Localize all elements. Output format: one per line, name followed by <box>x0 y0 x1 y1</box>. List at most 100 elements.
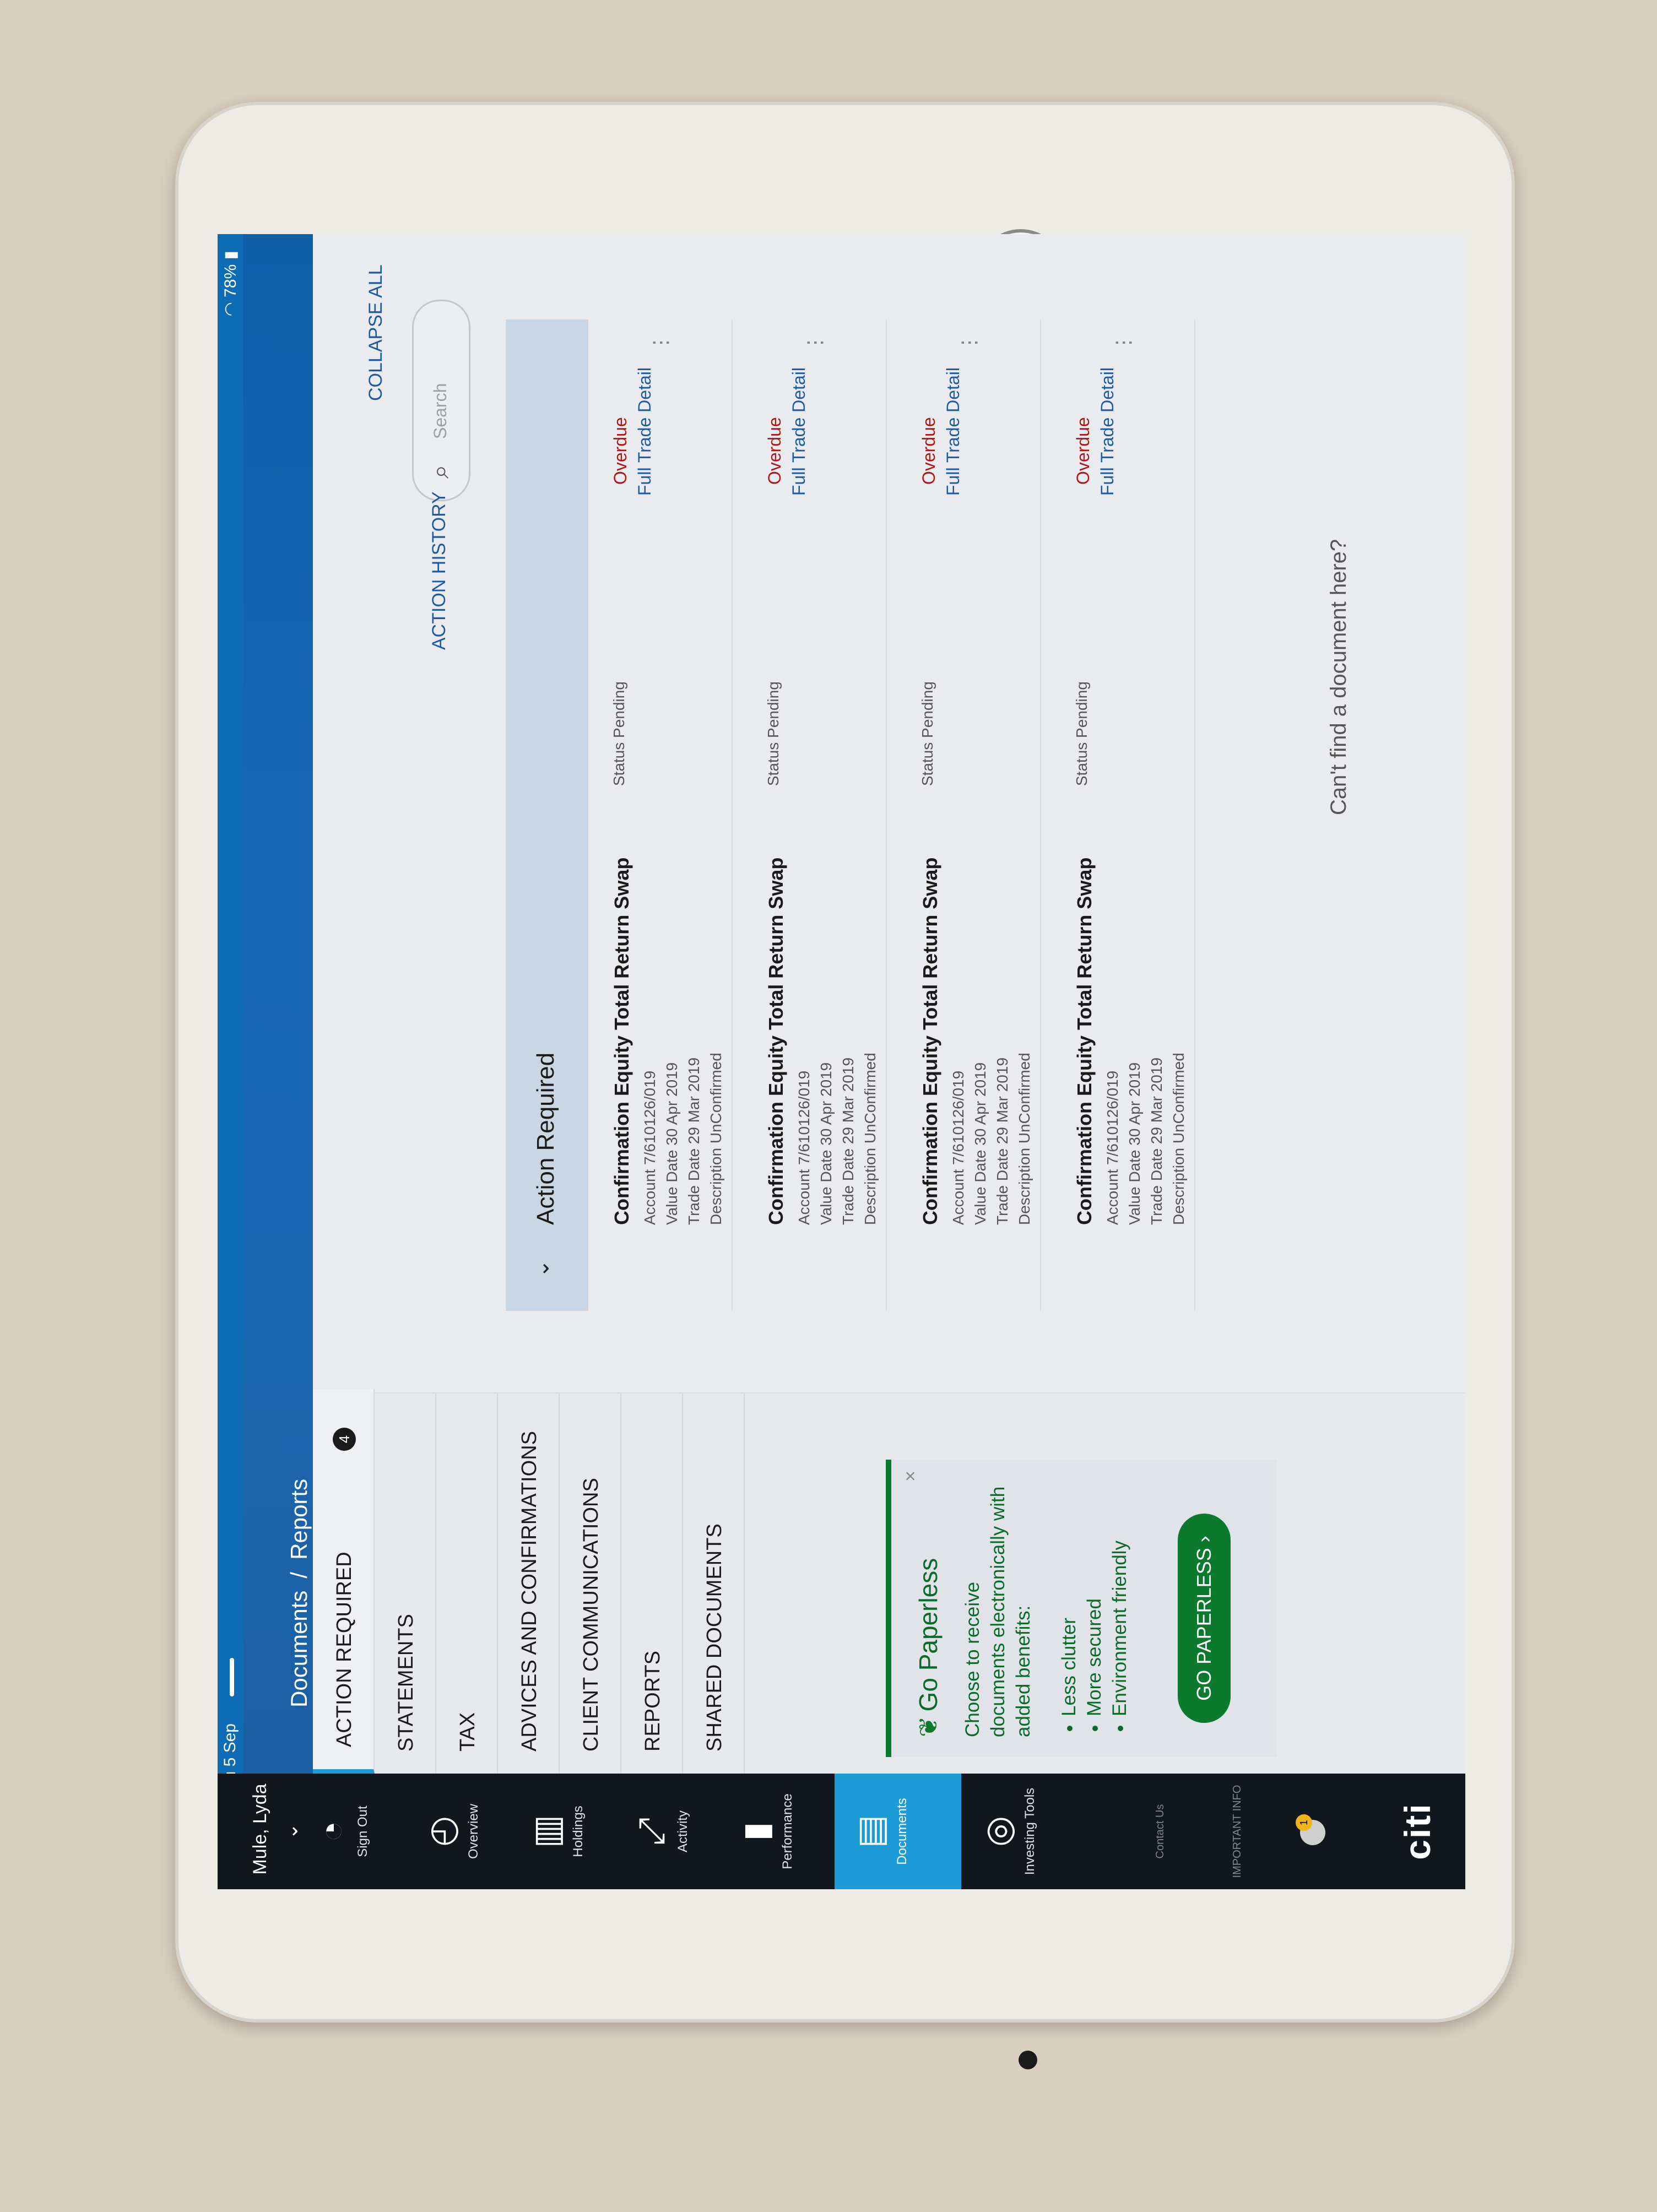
row-status: Status Pending <box>1073 681 1090 786</box>
app-header: Documents / Reports <box>243 234 313 1889</box>
category-action-required[interactable]: ACTION REQUIRED 4 <box>313 1389 375 1774</box>
nav-label: Sign Out <box>355 1806 370 1857</box>
breadcrumb-documents[interactable]: Documents <box>286 1591 312 1707</box>
close-icon[interactable]: × <box>900 1471 922 1482</box>
action-required-header[interactable]: ⌄ Action Required <box>506 319 588 1311</box>
row-title: Confirmation Equity Total Return Swap <box>919 857 941 1225</box>
category-shared-documents[interactable]: SHARED DOCUMENTS <box>683 1394 745 1774</box>
nav-activity[interactable]: ⤢ Activity <box>631 1774 691 1889</box>
category-label: REPORTS <box>641 1650 664 1752</box>
category-label: CLIENT COMMUNICATIONS <box>580 1478 603 1752</box>
overdue-label: Overdue <box>919 417 939 485</box>
overdue-label: Overdue <box>610 417 630 485</box>
important-info-link[interactable]: IMPORTANT INFO <box>1231 1774 1244 1889</box>
category-reports[interactable]: REPORTS <box>621 1394 683 1774</box>
row-value-date: Value Date 30 Apr 2019 <box>1126 1062 1143 1225</box>
category-label: ADVICES AND CONFIRMATIONS <box>518 1430 541 1752</box>
bank-icon: ▥ <box>527 1814 566 1848</box>
app-window: 10:35 AM Thu 5 Sep ◠ 78% ▮ Documents / Rep… <box>218 234 1465 1889</box>
battery-icon: ▮ <box>221 251 240 260</box>
category-statements[interactable]: STATEMENTS <box>375 1394 436 1774</box>
category-label: STATEMENTS <box>394 1614 418 1752</box>
action-history-button[interactable]: ACTION HISTORY <box>429 491 450 650</box>
more-options-icon[interactable]: ⋮ <box>649 332 672 353</box>
user-name[interactable]: Mule, Lyda <box>250 1777 271 1882</box>
row-status: Status Pending <box>919 681 936 786</box>
status-bar: 10:35 AM Thu 5 Sep ◠ 78% ▮ <box>218 234 243 1889</box>
nav-overview[interactable]: ◴ Overview <box>421 1774 481 1889</box>
paperless-description: Choose to receive documents electronical… <box>962 1486 1034 1737</box>
row-account: Account 7/610126/019 <box>950 1070 967 1225</box>
section-title: Action Required <box>532 1052 559 1225</box>
cant-find-document-text: Can't find a document here? <box>1326 539 1351 815</box>
tablet-screen: 10:35 AM Thu 5 Sep ◠ 78% ▮ Documents / Rep… <box>218 234 1465 1889</box>
row-account: Account 7/610126/019 <box>795 1070 813 1225</box>
nav-sign-out[interactable]: ◔ Sign Out <box>311 1774 371 1889</box>
paperless-title-text: Go Paperless <box>914 1558 943 1712</box>
nav-investing-tools[interactable]: ◎ Investing Tools <box>978 1774 1038 1889</box>
row-description: Description UnConfirmed <box>1016 1053 1033 1225</box>
more-options-icon[interactable]: ⋮ <box>957 332 981 353</box>
row-trade-date: Trade Date 29 Mar 2019 <box>685 1057 702 1225</box>
grab-handle[interactable] <box>230 1658 234 1696</box>
document-row[interactable]: Confirmation Equity Total Return Swap Ac… <box>743 319 887 1311</box>
document-row[interactable]: Confirmation Equity Total Return Swap Ac… <box>897 319 1041 1311</box>
row-status: Status Pending <box>765 681 782 786</box>
breadcrumb-separator: / <box>286 1571 312 1579</box>
compass-icon: ◎ <box>978 1816 1018 1847</box>
leaf-icon: ❦ <box>914 1716 943 1737</box>
nav-label: Documents <box>895 1798 909 1865</box>
full-trade-detail-link[interactable]: Full Trade Detail <box>789 367 809 496</box>
category-label: ACTION REQUIRED <box>333 1552 356 1747</box>
chevron-down-icon[interactable]: ⌄ <box>529 1259 554 1278</box>
row-account: Account 7/610126/019 <box>1104 1070 1121 1225</box>
benefit-item: More secured <box>1082 1541 1107 1716</box>
full-trade-detail-link[interactable]: Full Trade Detail <box>635 367 655 496</box>
go-paperless-button[interactable]: GO PAPERLESS › <box>1178 1514 1231 1723</box>
full-trade-detail-link[interactable]: Full Trade Detail <box>943 367 963 496</box>
document-row[interactable]: Confirmation Equity Total Return Swap Ac… <box>588 319 733 1311</box>
paperless-title: ❦ Go Paperless <box>913 1558 943 1737</box>
full-trade-detail-link[interactable]: Full Trade Detail <box>1097 367 1118 496</box>
chevron-down-icon[interactable]: ⌄ <box>279 1823 302 1840</box>
nav-label: Activity <box>675 1810 690 1853</box>
notification-badge: 1 <box>1296 1814 1312 1831</box>
search-icon: ⌕ <box>425 464 454 479</box>
category-label: SHARED DOCUMENTS <box>703 1524 726 1752</box>
contact-us-link[interactable]: Contact Us <box>1154 1774 1167 1889</box>
more-options-icon[interactable]: ⋮ <box>1112 332 1135 353</box>
breadcrumb-reports[interactable]: Reports <box>286 1479 312 1560</box>
category-tax[interactable]: TAX <box>436 1394 498 1774</box>
row-trade-date: Trade Date 29 Mar 2019 <box>994 1057 1011 1225</box>
document-row[interactable]: Confirmation Equity Total Return Swap Ac… <box>1051 319 1195 1311</box>
category-list: ACTION REQUIRED 4 STATEMENTS TAX ADVICES … <box>313 1389 1465 1774</box>
category-advices-confirmations[interactable]: ADVICES AND CONFIRMATIONS <box>498 1394 560 1774</box>
category-label: TAX <box>456 1712 479 1752</box>
left-nav: Mule, Lyda ⌄ ◔ Sign Out ◴ Overview ▥ Holdin… <box>218 1774 1465 1889</box>
row-value-date: Value Date 30 Apr 2019 <box>972 1062 989 1225</box>
bell-icon[interactable]: 1 <box>1296 1814 1325 1845</box>
row-trade-date: Trade Date 29 Mar 2019 <box>840 1057 857 1225</box>
nav-performance[interactable]: ▮ Performance <box>735 1774 795 1889</box>
benefit-item: Environment friendly <box>1107 1541 1133 1716</box>
document-icon: ▤ <box>851 1814 890 1848</box>
more-options-icon[interactable]: ⋮ <box>803 332 826 353</box>
row-status: Status Pending <box>610 681 627 786</box>
row-value-date: Value Date 30 Apr 2019 <box>663 1062 680 1225</box>
paperless-benefits: Less clutter More secured Environment fr… <box>1057 1541 1133 1737</box>
gauge-icon: ◴ <box>422 1816 462 1847</box>
row-trade-date: Trade Date 29 Mar 2019 <box>1148 1057 1165 1225</box>
benefit-item: Less clutter <box>1057 1541 1082 1716</box>
action-count-badge: 4 <box>333 1428 356 1451</box>
row-title: Confirmation Equity Total Return Swap <box>610 857 633 1225</box>
nav-documents[interactable]: ▤ Documents <box>835 1774 961 1889</box>
category-client-communications[interactable]: CLIENT COMMUNICATIONS <box>560 1394 621 1774</box>
nav-holdings[interactable]: ▥ Holdings <box>526 1774 586 1889</box>
nav-label: Performance <box>780 1793 795 1869</box>
search-field[interactable]: ⌕ Search <box>412 300 470 501</box>
overdue-label: Overdue <box>1073 417 1093 485</box>
nav-label: Holdings <box>571 1806 586 1857</box>
row-value-date: Value Date 30 Apr 2019 <box>817 1062 835 1225</box>
front-camera <box>1019 2051 1037 2069</box>
collapse-all-button[interactable]: COLLAPSE ALL <box>365 264 387 401</box>
